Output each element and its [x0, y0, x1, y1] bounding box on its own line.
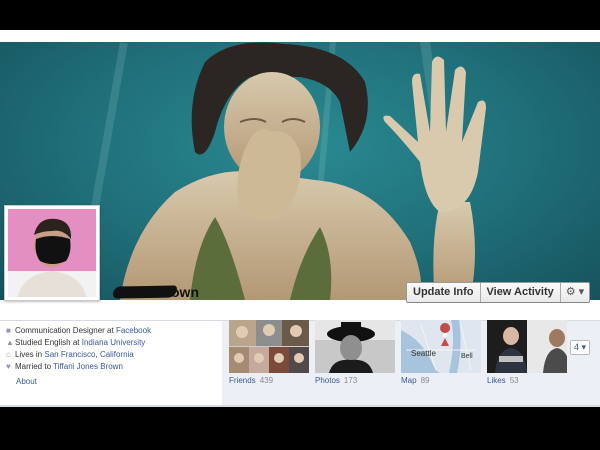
profile-actions: Update Info View Activity ⚙ ▾ — [406, 282, 591, 303]
likes-count: 53 — [509, 376, 519, 385]
friends-label: Friends — [229, 376, 256, 385]
about-line: ▲Studied English at Indiana University — [6, 337, 145, 349]
friends-thumbnail — [229, 320, 309, 373]
photos-count: 173 — [343, 376, 358, 385]
update-info-button[interactable]: Update Info — [407, 283, 481, 302]
about-line-link[interactable]: Facebook — [116, 326, 151, 335]
more-apps-button[interactable]: 4 ▾ — [570, 340, 591, 355]
briefcase-icon: ■ — [6, 326, 11, 335]
about-line-text: Studied English at — [15, 338, 82, 347]
svg-text:Seattle: Seattle — [411, 349, 436, 358]
about-line: ⌂ Lives in San Francisco, California — [6, 349, 134, 361]
about-line-link[interactable]: Tiffani Jones Brown — [53, 362, 123, 371]
profile-picture-image — [8, 209, 96, 297]
about-line: ♥ Married to Tiffani Jones Brown — [6, 361, 123, 373]
about-line-text: Communication Designer at — [15, 326, 116, 335]
about-link[interactable]: About — [16, 377, 37, 386]
svg-text:Bell: Bell — [461, 353, 473, 360]
name-redaction — [112, 285, 178, 299]
friends-count: 439 — [259, 376, 274, 385]
bottom-border — [0, 405, 600, 407]
about-line-link[interactable]: Indiana University — [82, 338, 146, 347]
map-count: 89 — [420, 376, 430, 385]
home-icon: ⌂ — [6, 350, 11, 359]
map-label: Map — [401, 376, 417, 385]
about-line-link-secondary[interactable]: California — [100, 350, 134, 359]
about-line-text: Lives in — [15, 350, 45, 359]
profile-picture[interactable] — [4, 205, 100, 301]
about-line-text: Married to — [15, 362, 54, 371]
about-line: ■ Communication Designer at Facebook — [6, 325, 151, 337]
likes-thumbnail — [487, 320, 567, 373]
heart-icon: ♥ — [6, 362, 11, 371]
photos-thumbnail — [315, 320, 395, 373]
view-activity-button[interactable]: View Activity — [481, 283, 561, 302]
graduation-icon: ▲ — [6, 338, 14, 347]
map-thumbnail: Seattle Bell — [401, 320, 481, 373]
likes-label: Likes — [487, 376, 506, 385]
about-line-link[interactable]: San Francisco — [44, 350, 95, 359]
gear-menu-button[interactable]: ⚙ ▾ — [561, 283, 589, 302]
photos-label: Photos — [315, 376, 340, 385]
